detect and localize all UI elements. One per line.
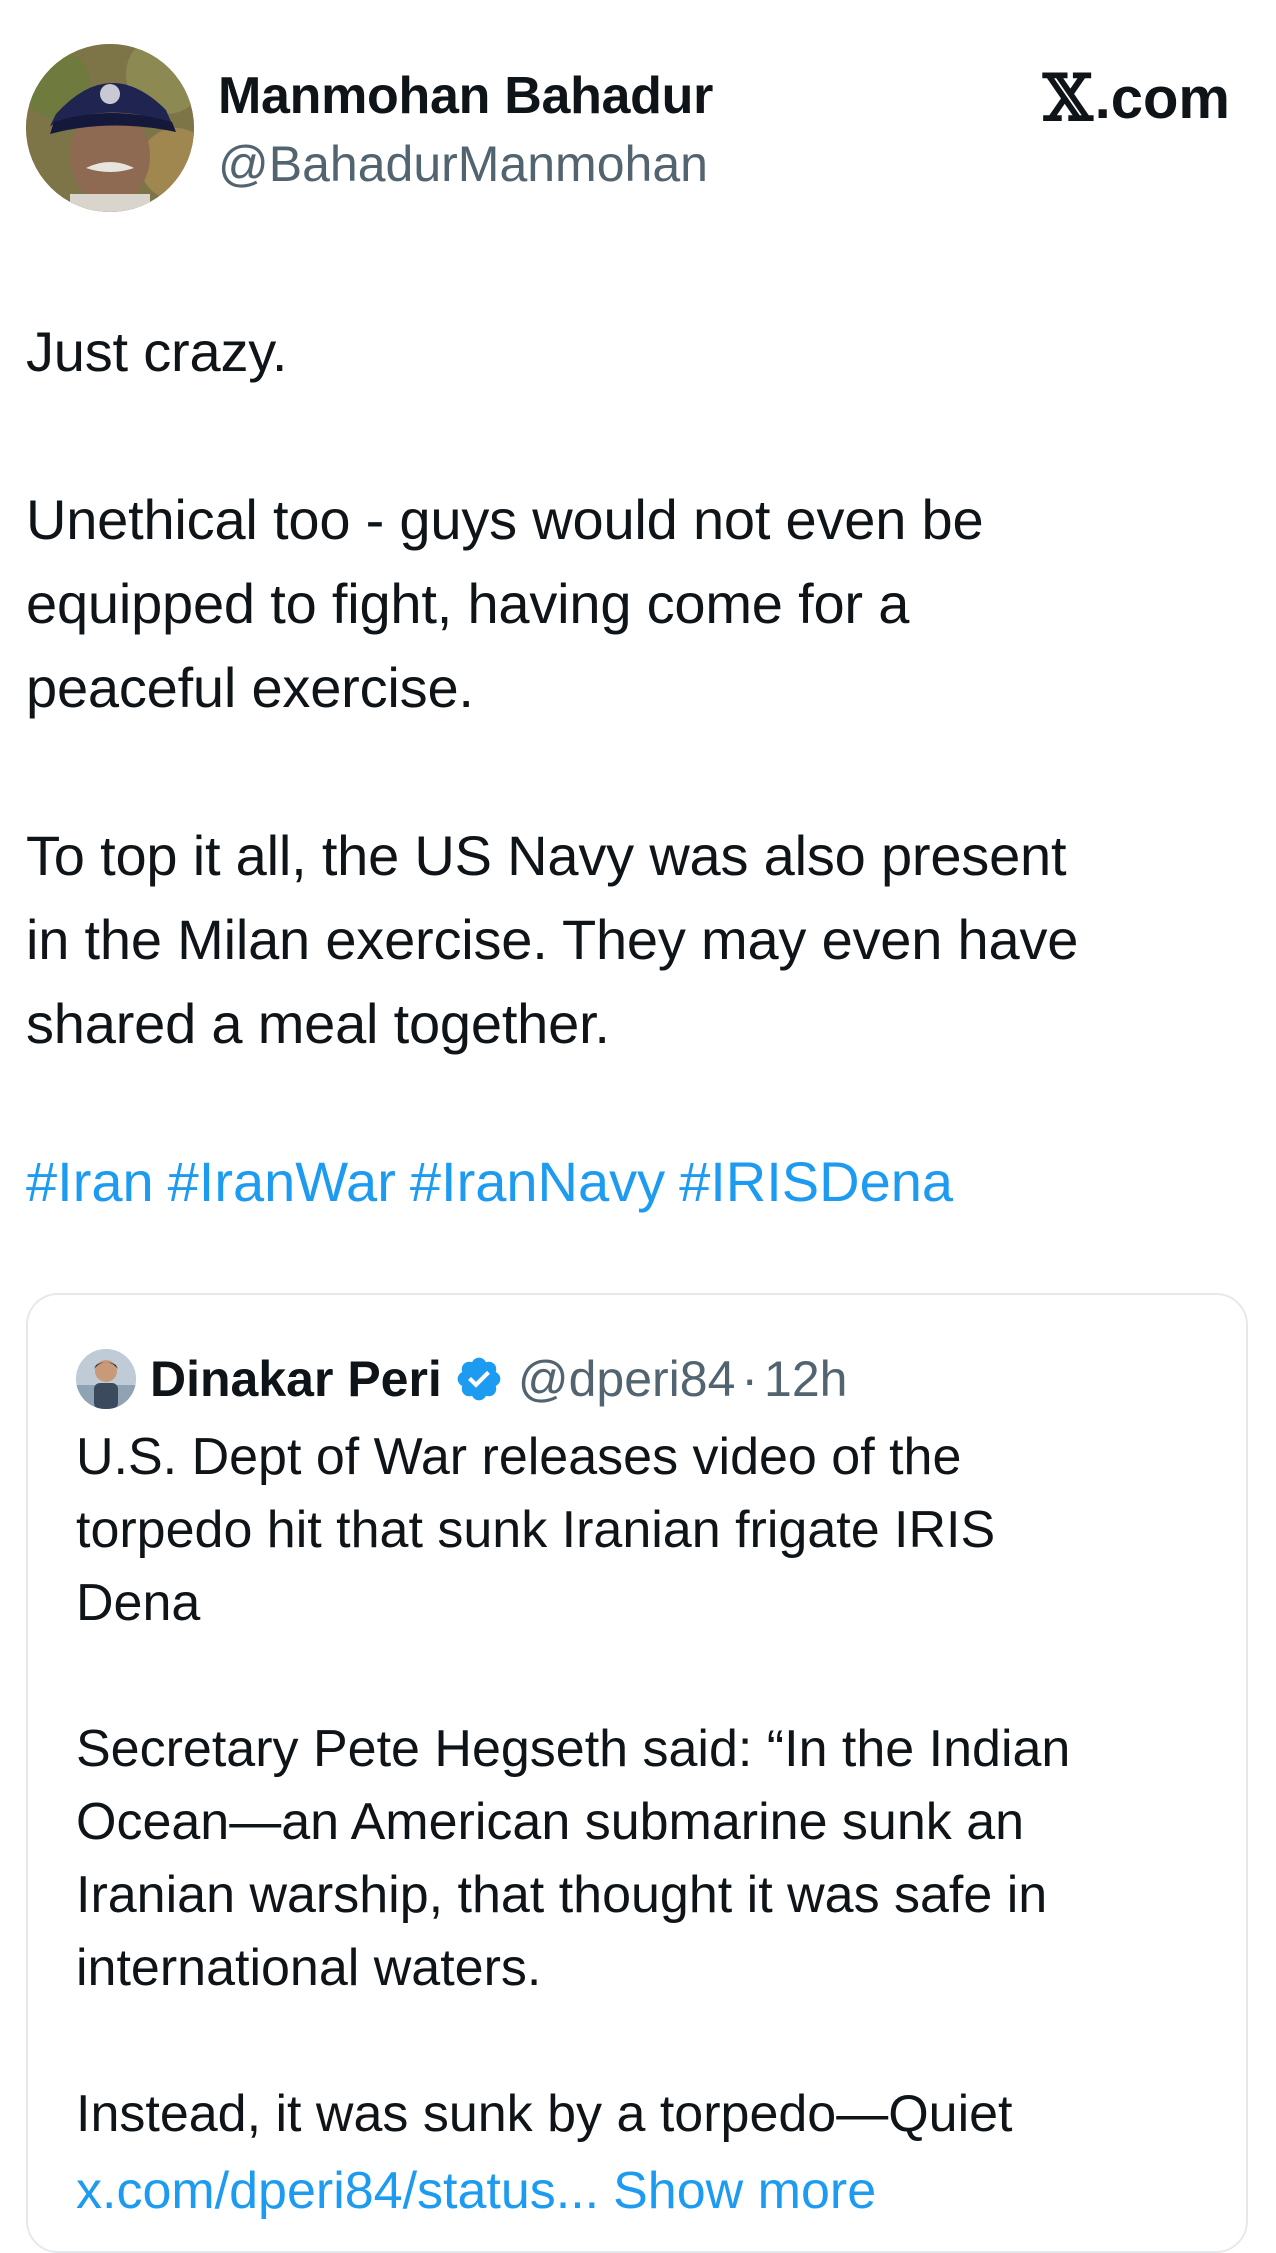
quoted-author-handle[interactable]: @dperi84 xyxy=(518,1347,736,1411)
quoted-paragraph: Instead, it was sunk by a torpedo—Quiet xyxy=(76,2085,1013,2143)
brand-domain: .com xyxy=(1094,66,1230,131)
brand-label: 𝕏 .com xyxy=(1043,64,1230,134)
tweet-paragraph: To top it all, the US Navy was also pres… xyxy=(26,824,1079,1055)
show-more-link[interactable]: Show more xyxy=(613,2162,876,2220)
author-name[interactable]: Manmohan Bahadur xyxy=(218,64,713,128)
hashtag-list: #Iran #IranWar #IranNavy #IRISDena xyxy=(26,1140,953,1224)
hashtag-irisdena[interactable]: #IRISDena xyxy=(679,1150,953,1213)
author-avatar-image xyxy=(26,44,194,212)
tweet-paragraph: Unethical too - guys would not even be e… xyxy=(26,488,984,719)
quoted-author-avatar[interactable] xyxy=(76,1349,136,1409)
verified-badge-icon xyxy=(457,1357,501,1401)
quoted-paragraph: U.S. Dept of War releases video of the t… xyxy=(76,1428,996,1632)
quoted-link-line: x.com/dperi84/status... Show more xyxy=(76,2155,876,2228)
x-logo-icon: 𝕏 xyxy=(1042,61,1093,136)
quoted-author-name[interactable]: Dinakar Peri xyxy=(150,1347,442,1411)
tweet-paragraph: Just crazy. xyxy=(26,320,288,383)
quoted-timestamp[interactable]: 12h xyxy=(764,1347,847,1411)
quoted-author-avatar-image xyxy=(76,1349,136,1409)
tweet-text: Just crazy. Unethical too - guys would n… xyxy=(26,310,1236,1150)
tweet-card: Manmohan Bahadur @BahadurManmohan 𝕏 .com … xyxy=(0,0,1276,2253)
quoted-tweet-text: U.S. Dept of War releases video of the t… xyxy=(76,1421,1206,2224)
quoted-tweet-header: Dinakar Peri @dperi84 · 12h xyxy=(76,1347,847,1411)
hashtag-irannavy[interactable]: #IranNavy xyxy=(410,1150,665,1213)
hashtag-iranwar[interactable]: #IranWar xyxy=(168,1150,396,1213)
hashtag-iran[interactable]: #Iran xyxy=(26,1150,154,1213)
separator-dot: · xyxy=(741,1351,759,1407)
quoted-tweet[interactable]: Dinakar Peri @dperi84 · 12h U.S. Dept of W… xyxy=(26,1293,1248,2253)
author-handle[interactable]: @BahadurManmohan xyxy=(218,134,708,194)
quoted-status-link[interactable]: x.com/dperi84/status... xyxy=(76,2162,599,2220)
quoted-paragraph: Secretary Pete Hegseth said: “In the Ind… xyxy=(76,1720,1071,1997)
author-avatar[interactable] xyxy=(26,44,194,212)
